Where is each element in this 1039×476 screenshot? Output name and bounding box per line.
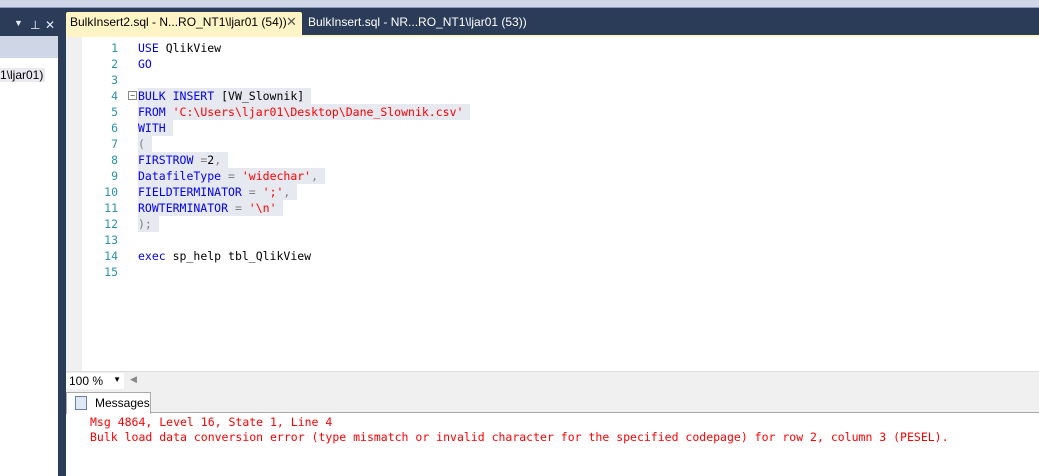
code-text: WITH <box>138 120 173 136</box>
line-number: 10 <box>104 185 118 199</box>
code-line[interactable]: 7( <box>66 136 966 152</box>
line-number: 12 <box>104 217 118 231</box>
code-token: ';' <box>262 185 284 199</box>
code-token: '\n' <box>248 201 277 215</box>
code-line[interactable]: 2 GO <box>66 56 966 72</box>
panel-toolbar <box>0 36 58 58</box>
code-line[interactable]: 8 FIRSTROW =2, <box>66 152 966 168</box>
code-line[interactable]: 6 WITH <box>66 120 966 136</box>
line-number: 13 <box>104 233 118 247</box>
line-number: 2 <box>111 57 118 71</box>
line-number: 8 <box>111 153 118 167</box>
document-tabs: BulkInsert2.sql - N...RO_NT1\ljar01 (54)… <box>66 12 1039 35</box>
code-text: BULK INSERT [VW_Slownik] <box>138 88 312 104</box>
line-number: 15 <box>104 265 118 279</box>
code-token: [VW_Slownik] <box>214 89 305 103</box>
code-token: USE <box>138 41 159 55</box>
code-text: ); <box>138 216 159 232</box>
code-token: DatafileType <box>138 169 222 183</box>
code-token: = <box>193 153 208 167</box>
line-number: 3 <box>111 73 118 87</box>
line-number: 14 <box>104 249 118 263</box>
code-text: DatafileType = 'widechar', <box>138 168 325 184</box>
collapse-icon[interactable]: − <box>128 91 137 100</box>
code-token: FIRSTROW <box>138 153 194 167</box>
panel-header: ▼ ⊥ ✕ <box>0 16 60 36</box>
pin-icon[interactable]: ⊥ <box>30 18 40 32</box>
panel-tree: 1\ljar01) <box>0 58 58 476</box>
code-text: exec sp_help tbl_QlikView <box>138 248 311 264</box>
code-token: = <box>241 185 263 199</box>
zoom-value: 100 % <box>69 374 104 388</box>
code-line[interactable]: 13 <box>66 232 966 248</box>
message-line: Msg 4864, Level 16, State 1, Line 4 <box>90 415 333 429</box>
results-tabs: Messages <box>66 389 1039 414</box>
code-token: QlikView <box>158 41 222 55</box>
code-token: FIELDTERMINATOR <box>138 185 242 199</box>
code-text: GO <box>138 56 152 72</box>
code-line[interactable]: 14 exec sp_help tbl_QlikView <box>66 248 966 264</box>
zoom-select[interactable]: 100 % ▼ <box>66 373 124 389</box>
line-number: 1 <box>111 41 118 55</box>
code-token: FROM <box>138 105 166 119</box>
code-token: exec <box>138 249 166 263</box>
code-line[interactable]: 5 FROM 'C:\Users\ljar01\Desktop\Dane_Slow… <box>66 104 966 120</box>
line-number: 11 <box>104 201 118 215</box>
code-line[interactable]: 1 USE QlikView <box>66 40 966 56</box>
editor-status-bar: 100 % ▼ ◀ <box>66 371 1039 389</box>
code-token: , <box>311 169 319 183</box>
close-tab-icon[interactable]: ✕ <box>286 14 297 30</box>
tree-item-server[interactable]: 1\ljar01) <box>0 68 46 82</box>
close-icon[interactable]: ✕ <box>45 18 55 32</box>
code-text: ROWTERMINATOR = '\n' <box>138 200 284 216</box>
code-token: GO <box>138 57 152 71</box>
code-token: ( <box>138 137 145 151</box>
code-text: USE QlikView <box>138 40 221 56</box>
code-token: WITH <box>138 121 166 135</box>
line-number: 7 <box>111 137 118 151</box>
messages-icon <box>75 396 87 410</box>
sql-editor[interactable]: 1 USE QlikView 2 GO 3 4 − BULK INSERT [VW_Slown… <box>66 35 1039 371</box>
code-line[interactable]: 11 ROWTERMINATOR = '\n' <box>66 200 966 216</box>
message-line: Bulk load data conversion error (type mi… <box>90 430 949 444</box>
code-token: 'C:\Users\ljar01\Desktop\Dane_Slownik.cs… <box>165 105 464 119</box>
code-line[interactable]: 15 <box>66 264 966 280</box>
code-text: FIRSTROW =2, <box>138 152 229 168</box>
code-token: 'widechar' <box>241 169 312 183</box>
code-text: FIELDTERMINATOR = ';', <box>138 184 298 200</box>
code-line[interactable]: 10 FIELDTERMINATOR = ';', <box>66 184 966 200</box>
code-token: = <box>228 201 249 215</box>
object-explorer-panel: ▼ ⊥ ✕ 1\ljar01) <box>0 8 60 476</box>
line-number: 9 <box>111 169 118 183</box>
code-token: , <box>214 153 222 167</box>
chevron-down-icon: ▼ <box>113 375 121 384</box>
toolbar <box>0 0 1039 8</box>
code-token: , <box>283 185 291 199</box>
code-token: = <box>221 169 242 183</box>
code-text: ( <box>138 136 152 152</box>
code-text: FROM 'C:\Users\ljar01\Desktop\Dane_Slown… <box>138 104 471 120</box>
line-number: 6 <box>111 121 118 135</box>
code-token: ); <box>138 217 152 231</box>
line-number: 4 <box>111 89 118 103</box>
tab-label: Messages <box>95 396 150 410</box>
code-line[interactable]: 9 DatafileType = 'widechar', <box>66 168 966 184</box>
code-line[interactable]: 12); <box>66 216 966 232</box>
tab-messages[interactable]: Messages <box>66 392 151 414</box>
code-line[interactable]: 3 <box>66 72 966 88</box>
code-token: sp_help tbl_QlikView <box>165 249 312 263</box>
tab-label: BulkInsert.sql - NR...RO_NT1\ljar01 (53)… <box>308 15 527 29</box>
code-line[interactable]: 4 − BULK INSERT [VW_Slownik] <box>66 88 966 104</box>
scroll-left-icon[interactable]: ◀ <box>130 374 137 385</box>
tab-label: BulkInsert2.sql - N...RO_NT1\ljar01 (54)… <box>70 15 287 29</box>
tab-bulkinsert2[interactable]: BulkInsert2.sql - N...RO_NT1\ljar01 (54)… <box>66 12 302 35</box>
tab-bulkinsert[interactable]: BulkInsert.sql - NR...RO_NT1\ljar01 (53)… <box>304 12 531 35</box>
code-token: BULK INSERT <box>138 89 215 103</box>
results-pane: Messages Msg 4864, Level 16, State 1, Li… <box>66 389 1039 476</box>
line-number: 5 <box>111 105 118 119</box>
code-token: ROWTERMINATOR <box>138 201 229 215</box>
dropdown-icon[interactable]: ▼ <box>14 18 23 28</box>
